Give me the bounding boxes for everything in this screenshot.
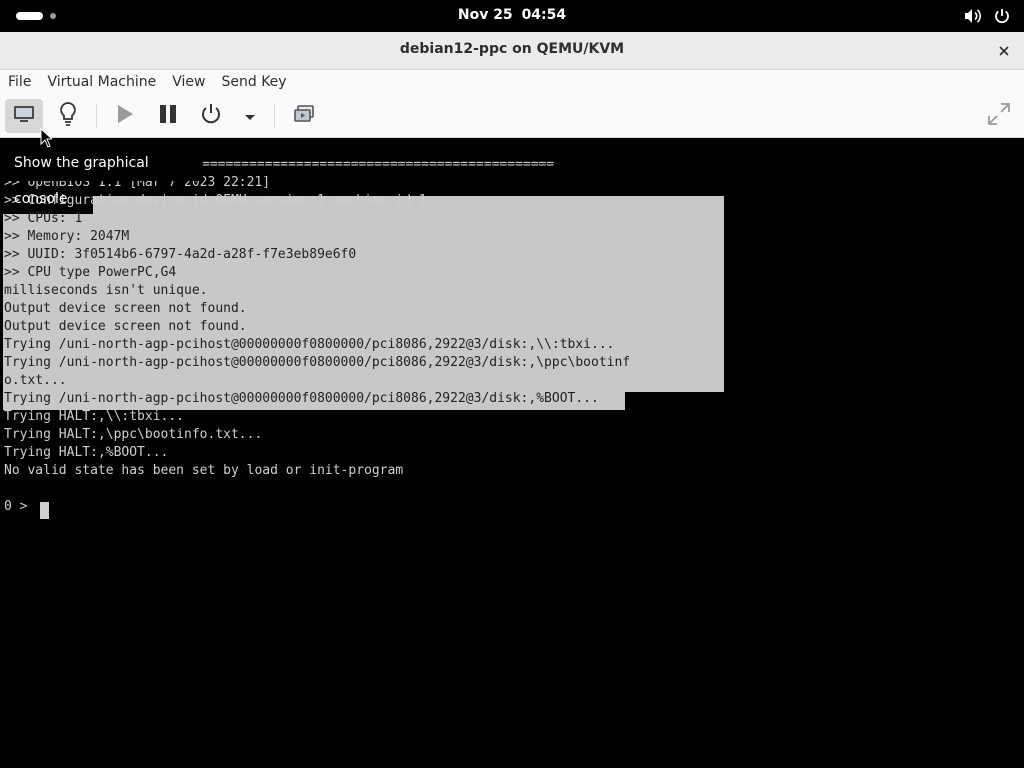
snapshots-button[interactable] xyxy=(287,99,321,133)
fullscreen-button[interactable] xyxy=(981,99,1017,133)
toolbar-separator xyxy=(274,104,275,128)
console-line: >> UUID: 3f0514b6-6797-4a2d-a28f-f7e3eb8… xyxy=(4,247,357,262)
play-icon xyxy=(115,103,135,129)
title-bar: debian12-ppc on QEMU/KVM xyxy=(0,32,1024,70)
volume-icon[interactable] xyxy=(964,8,982,24)
menu-virtual-machine[interactable]: Virtual Machine xyxy=(39,70,164,95)
pause-icon xyxy=(158,103,178,129)
lightbulb-icon xyxy=(58,101,78,131)
console-button[interactable] xyxy=(5,99,43,133)
text-cursor xyxy=(40,502,49,519)
console-prompt: 0 > xyxy=(4,499,36,514)
clock-date: Nov 25 xyxy=(457,7,513,23)
console-line: Output device screen not found. xyxy=(4,319,247,334)
power-icon[interactable] xyxy=(994,8,1010,24)
console-line: Trying HALT:,%BOOT... xyxy=(4,445,169,460)
shutdown-button[interactable] xyxy=(194,99,228,133)
mouse-pointer-icon xyxy=(40,127,54,152)
menu-bar: File Virtual Machine View Send Key xyxy=(0,70,1024,95)
tooltip: Show the graphical console xyxy=(3,145,203,207)
details-button[interactable] xyxy=(50,99,86,133)
console-line: >> CPU type PowerPC,G4 xyxy=(4,265,177,280)
fullscreen-icon xyxy=(986,101,1012,131)
console-icon xyxy=(12,104,36,128)
toolbar xyxy=(0,95,1024,138)
console-line: Trying HALT:,\ppc\bootinfo.txt... xyxy=(4,427,263,442)
console-line: No valid state has been set by load or i… xyxy=(4,463,404,478)
menu-file[interactable]: File xyxy=(0,70,39,95)
console-line: milliseconds isn't unique. xyxy=(4,283,208,298)
console-line: Trying HALT:,\\:tbxi... xyxy=(4,409,185,424)
console-line: o.txt... xyxy=(4,373,67,388)
shutdown-menu-button[interactable] xyxy=(238,99,262,133)
console-line: ========================================… xyxy=(202,157,555,172)
toolbar-separator xyxy=(96,104,97,128)
clock-time: 04:54 xyxy=(521,7,567,23)
menu-send-key[interactable]: Send Key xyxy=(213,70,294,95)
pause-button[interactable] xyxy=(151,99,185,133)
console-line: Trying /uni-north-agp-pcihost@00000000f0… xyxy=(4,337,615,352)
power-icon xyxy=(200,103,222,129)
close-icon xyxy=(999,41,1009,60)
console-line: Output device screen not found. xyxy=(4,301,247,316)
clock[interactable]: Nov 25 04:54 xyxy=(0,7,1024,23)
close-button[interactable] xyxy=(994,40,1014,60)
run-button[interactable] xyxy=(108,99,142,133)
window-title: debian12-ppc on QEMU/KVM xyxy=(399,41,625,57)
chevron-down-icon xyxy=(244,107,256,126)
console-line: Trying /uni-north-agp-pcihost@00000000f0… xyxy=(4,391,599,406)
menu-view[interactable]: View xyxy=(164,70,213,95)
console-line: Trying /uni-north-agp-pcihost@00000000f0… xyxy=(4,355,631,370)
console-line: >> Memory: 2047M xyxy=(4,229,130,244)
gnome-top-bar: Nov 25 04:54 xyxy=(0,0,1024,32)
graphical-console[interactable]: ========================================… xyxy=(0,138,1024,768)
system-tray[interactable] xyxy=(964,6,1010,26)
snapshots-icon xyxy=(293,104,315,128)
